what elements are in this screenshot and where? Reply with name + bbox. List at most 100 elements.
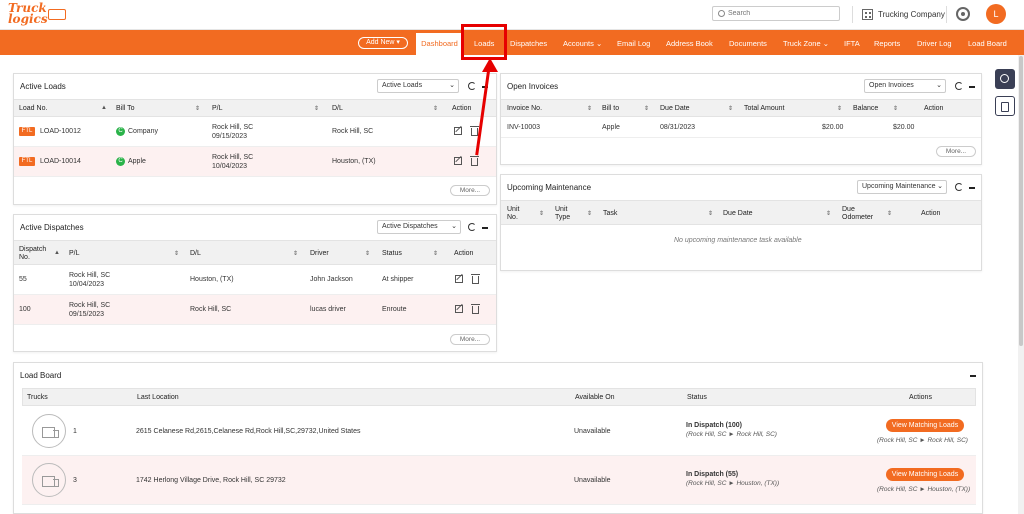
view-matching-loads-button[interactable]: View Matching Loads (886, 468, 964, 481)
col-balance[interactable]: Balance (853, 105, 878, 112)
sort-icon[interactable]: ⇕ (826, 210, 831, 217)
active-dispatches-more-button[interactable]: More... (450, 334, 490, 345)
nav-email-log[interactable]: Email Log (617, 30, 650, 55)
sort-icon[interactable]: ⇕ (887, 210, 892, 217)
collapse-minus-icon[interactable] (969, 187, 975, 189)
sort-icon[interactable]: ⇕ (539, 210, 544, 217)
sort-icon[interactable]: ⇕ (837, 105, 842, 112)
col-due-date[interactable]: Due Date (660, 105, 690, 112)
col-driver[interactable]: Driver (310, 250, 329, 257)
sort-icon[interactable]: ⇕ (293, 250, 298, 257)
collapse-minus-icon[interactable] (482, 227, 488, 229)
side-notes-button[interactable] (995, 96, 1015, 116)
sort-icon[interactable]: ⇕ (365, 250, 370, 257)
col-pl[interactable]: P/L (212, 105, 223, 112)
col-unit-type-1[interactable]: Unit (555, 206, 567, 213)
nav-reports[interactable]: Reports (874, 30, 900, 55)
col-pl[interactable]: P/L (69, 250, 80, 257)
col-unit[interactable]: Unit (507, 206, 519, 213)
col-due-odometer-2[interactable]: Odometer (842, 214, 873, 221)
edit-icon[interactable] (454, 127, 462, 135)
sort-icon[interactable]: ⇕ (314, 105, 319, 112)
search-input[interactable] (728, 8, 836, 19)
col-invoice-no[interactable]: Invoice No. (507, 105, 542, 112)
truck-number[interactable]: 3 (73, 476, 77, 485)
user-avatar[interactable]: L (986, 4, 1006, 24)
scrollbar-thumb[interactable] (1019, 56, 1023, 346)
trash-icon[interactable] (471, 304, 480, 314)
nav-address-book[interactable]: Address Book (666, 30, 713, 55)
trash-icon[interactable] (470, 156, 479, 166)
col-status[interactable]: Status (382, 250, 402, 257)
sort-icon[interactable]: ⇕ (893, 105, 898, 112)
truck-number[interactable]: 1 (73, 427, 77, 436)
open-invoices-more-button[interactable]: More... (936, 146, 976, 157)
nav-accounts[interactable]: Accounts ⌄ (563, 30, 602, 55)
active-loads-select[interactable]: Active Loads ⌄ (377, 79, 459, 93)
col-due-date[interactable]: Due Date (723, 210, 753, 217)
status-route: (Rock Hill, SC ► Houston, (TX)) (686, 480, 780, 487)
upcoming-maintenance-card: Upcoming Maintenance Upcoming Maintenanc… (500, 174, 982, 271)
col-dispatch-no[interactable]: No. (19, 254, 30, 261)
driver: lucas driver (310, 306, 346, 313)
company-selector[interactable]: Trucking Company (862, 7, 945, 21)
sort-icon[interactable]: ⇕ (644, 105, 649, 112)
active-dispatches-select[interactable]: Active Dispatches ⌄ (377, 220, 461, 234)
add-new-button[interactable]: Add New ▾ (358, 37, 408, 49)
settings-gear-icon[interactable] (956, 7, 970, 21)
collapse-minus-icon[interactable] (969, 86, 975, 88)
open-invoices-select[interactable]: Open Invoices ⌄ (864, 79, 946, 93)
upcoming-maintenance-select[interactable]: Upcoming Maintenance ⌄ (857, 180, 947, 194)
side-settings-button[interactable] (995, 69, 1015, 89)
col-dl[interactable]: D/L (190, 250, 201, 257)
view-matching-loads-button[interactable]: View Matching Loads (886, 419, 964, 432)
sort-icon[interactable]: ⇕ (728, 105, 733, 112)
search-box[interactable] (712, 6, 840, 21)
col-unit-no[interactable]: No. (507, 214, 518, 221)
dispatch-no[interactable]: 55 (19, 275, 27, 284)
truck-logics-logo[interactable]: Truck logics (8, 2, 66, 27)
col-total-amount[interactable]: Total Amount (744, 105, 784, 112)
sort-icon[interactable]: ⇕ (174, 250, 179, 257)
collapse-minus-icon[interactable] (970, 375, 976, 377)
col-due-odometer-1[interactable]: Due (842, 206, 855, 213)
edit-icon[interactable] (455, 305, 463, 313)
pl-date: 10/04/2023 (212, 163, 248, 170)
active-loads-more-button[interactable]: More... (450, 185, 490, 196)
col-bill-to[interactable]: Bill to (602, 105, 619, 112)
edit-icon[interactable] (455, 275, 463, 283)
col-bill-to[interactable]: Bill To (116, 105, 135, 112)
sort-icon[interactable]: ⇕ (195, 105, 200, 112)
col-task[interactable]: Task (603, 210, 617, 217)
nav-driver-log[interactable]: Driver Log (917, 30, 952, 55)
load-no[interactable]: LOAD-10014 (40, 157, 81, 166)
trash-icon[interactable] (471, 274, 480, 284)
add-new-label: Add New (366, 39, 395, 46)
edit-icon[interactable] (454, 157, 462, 165)
refresh-icon[interactable] (468, 82, 476, 90)
nav-load-board[interactable]: Load Board (968, 30, 1007, 55)
sort-asc-icon[interactable]: ▲ (101, 105, 107, 111)
nav-documents[interactable]: Documents (729, 30, 767, 55)
invoice-no[interactable]: INV-10003 (507, 123, 540, 132)
col-dl[interactable]: D/L (332, 105, 343, 112)
col-unit-type-2[interactable]: Type (555, 214, 570, 221)
sort-icon[interactable]: ⇕ (587, 105, 592, 112)
refresh-icon[interactable] (955, 82, 963, 90)
load-no[interactable]: LOAD-10012 (40, 127, 81, 136)
nav-dispatches[interactable]: Dispatches (510, 30, 547, 55)
refresh-icon[interactable] (955, 183, 963, 191)
refresh-icon[interactable] (468, 223, 476, 231)
sort-asc-icon[interactable]: ▲ (54, 250, 60, 256)
col-load-no[interactable]: Load No. (19, 105, 47, 112)
chevron-down-icon: ⌄ (937, 183, 943, 190)
nav-ifta[interactable]: IFTA (844, 30, 860, 55)
dispatch-no[interactable]: 100 (19, 305, 31, 314)
nav-truck-zone[interactable]: Truck Zone ⌄ (783, 30, 829, 55)
sort-icon[interactable]: ⇕ (708, 210, 713, 217)
col-dispatch[interactable]: Dispatch (19, 246, 46, 253)
sort-icon[interactable]: ⇕ (433, 105, 438, 112)
sort-icon[interactable]: ⇕ (433, 250, 438, 257)
sort-icon[interactable]: ⇕ (587, 210, 592, 217)
nav-dashboard[interactable]: Dashboard (416, 33, 463, 55)
